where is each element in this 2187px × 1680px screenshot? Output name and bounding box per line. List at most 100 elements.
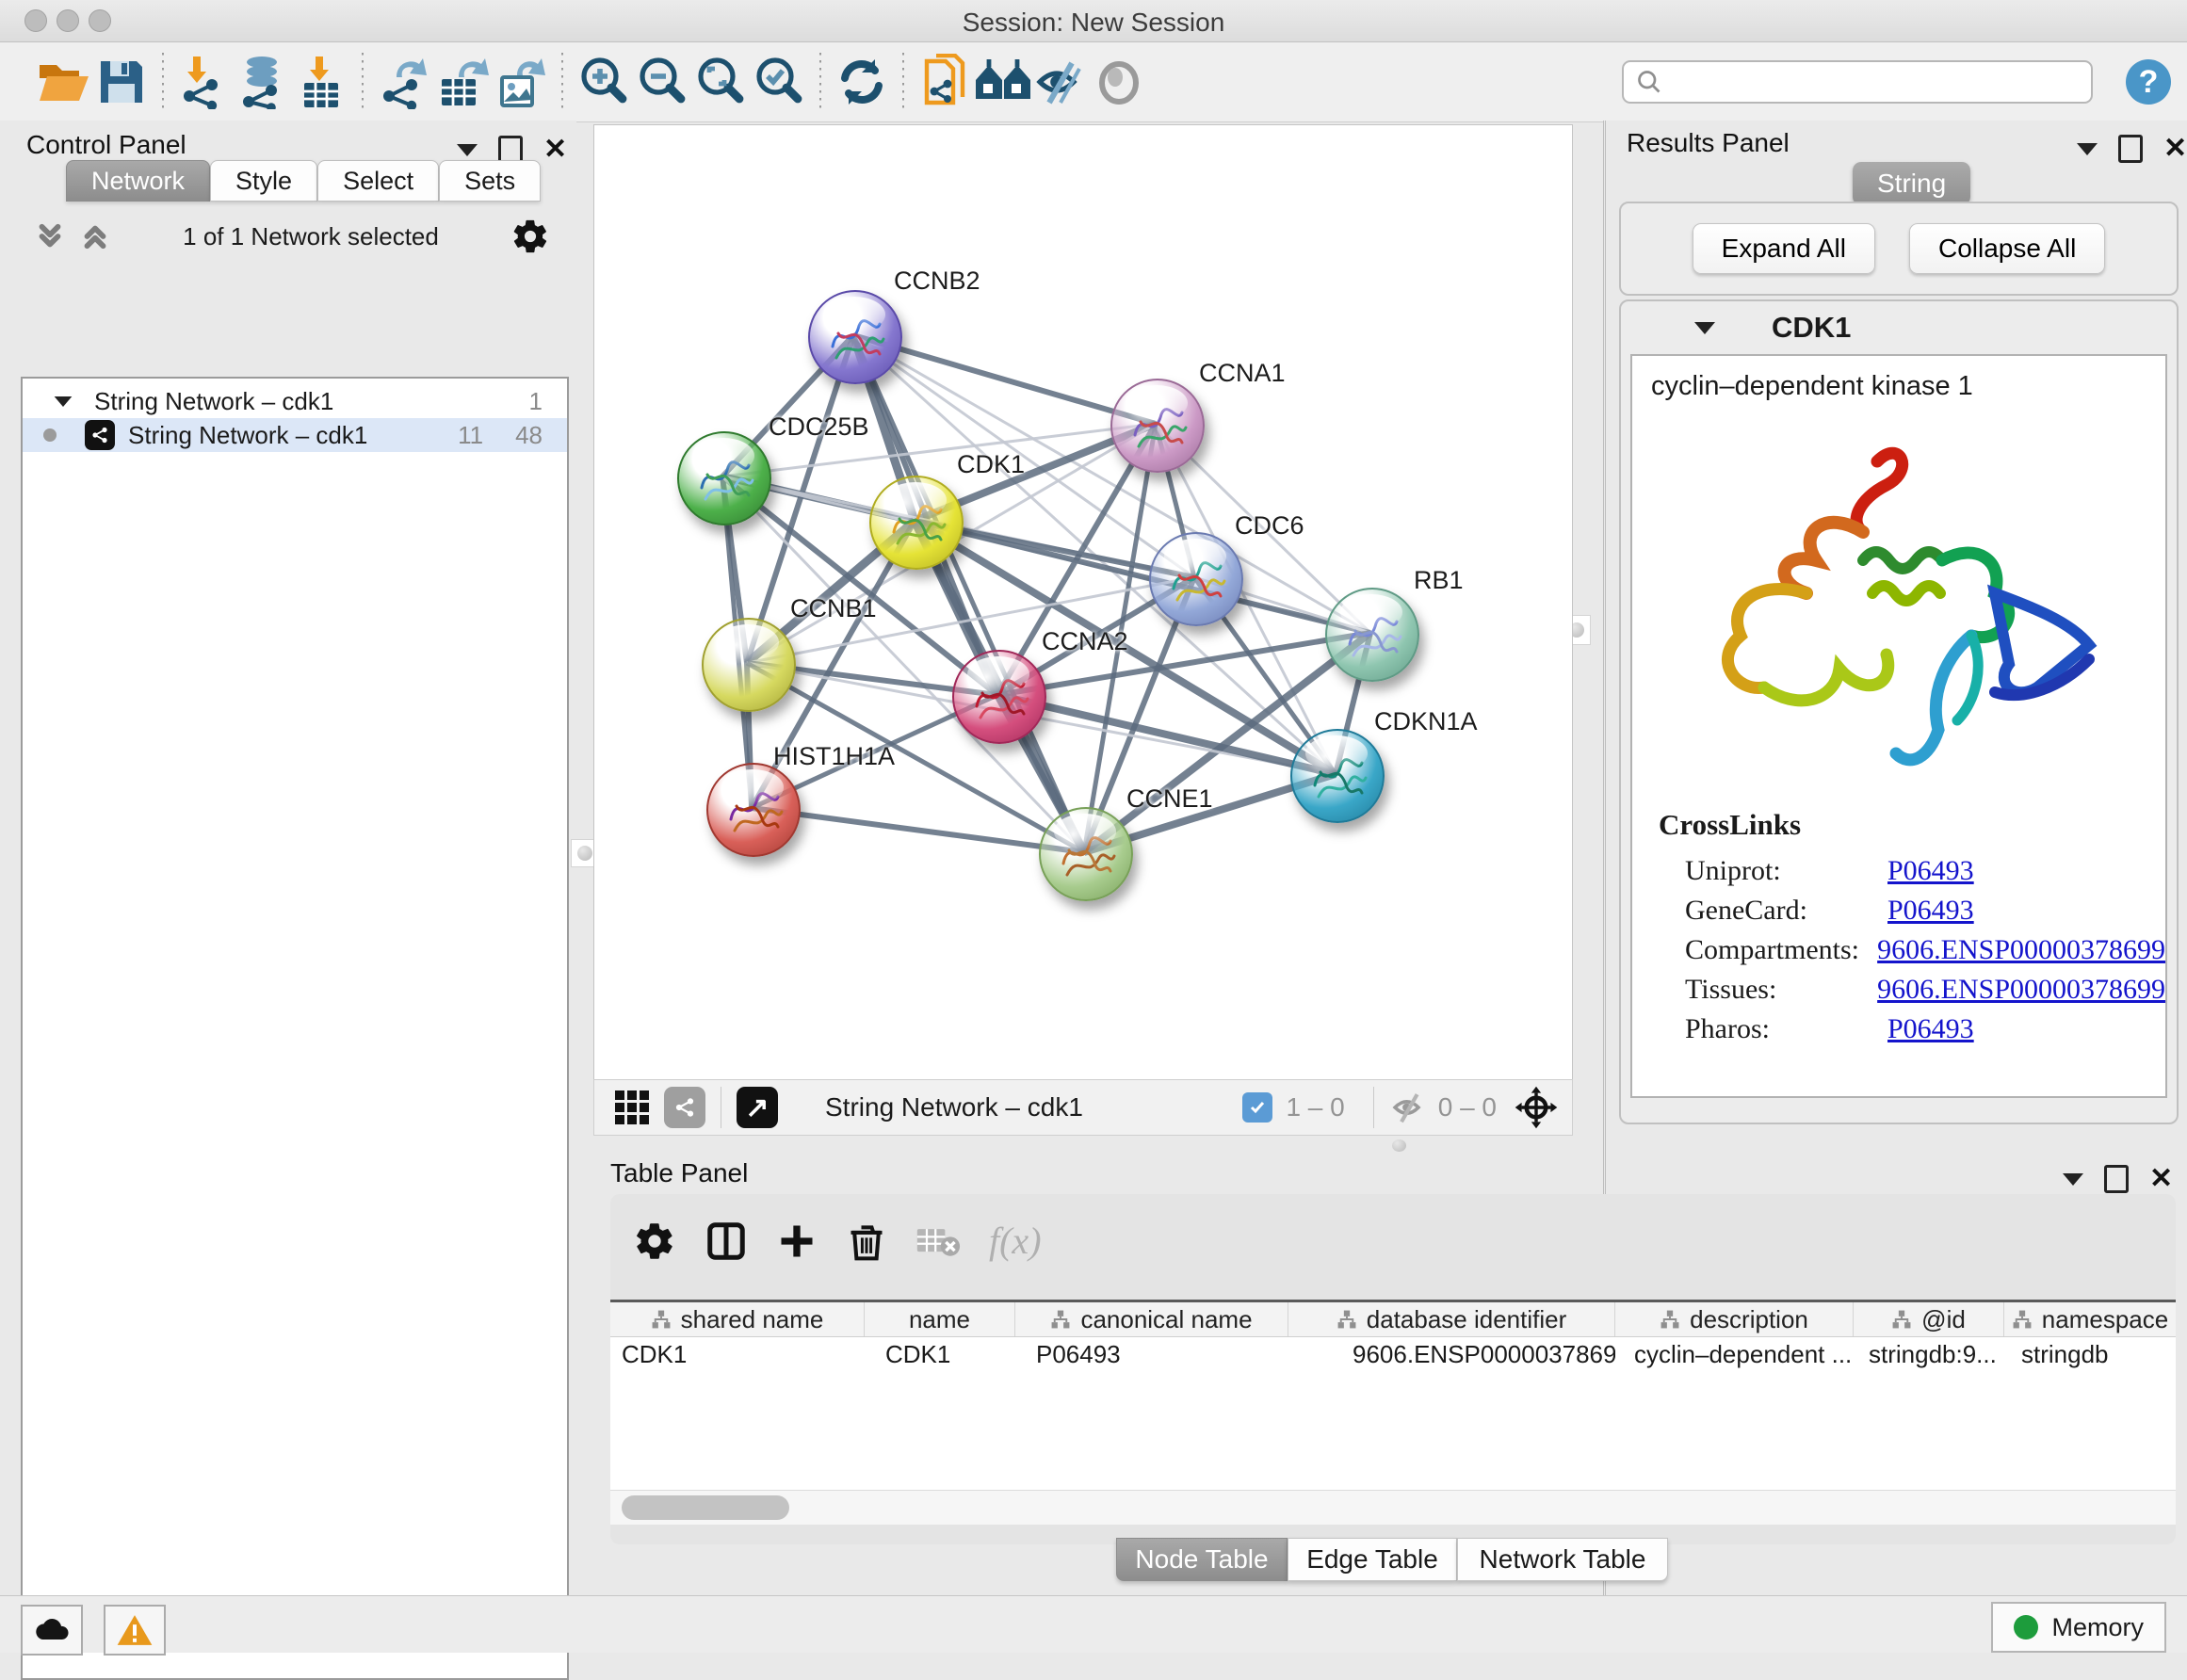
tab-style[interactable]: Style	[210, 160, 317, 202]
pan-crosshair-icon[interactable]	[1514, 1085, 1559, 1130]
zoom-in-button[interactable]	[575, 53, 633, 111]
collapse-all-button[interactable]: Collapse All	[1909, 223, 2105, 274]
import-table-button[interactable]	[292, 53, 350, 111]
table-options-gear-icon[interactable]	[633, 1220, 676, 1263]
column-header[interactable]: @id	[1854, 1302, 2004, 1336]
node-gloss-highlight	[721, 769, 784, 805]
main-toolbar: ?	[0, 42, 2187, 122]
memory-button[interactable]: Memory	[1991, 1602, 2166, 1653]
refresh-layout-button[interactable]	[833, 53, 891, 111]
column-header[interactable]: database identifier	[1288, 1302, 1615, 1336]
crosslink-label: Compartments:	[1632, 934, 1877, 966]
column-header[interactable]: canonical name	[1015, 1302, 1288, 1336]
network-list: String Network – cdk1 1 String Network –…	[21, 377, 569, 1680]
table-hscroll-lane[interactable]	[610, 1490, 2176, 1525]
selected-checkbox-icon[interactable]	[1242, 1092, 1272, 1123]
import-network-file-button[interactable]	[175, 53, 234, 111]
tab-sets[interactable]: Sets	[439, 160, 541, 202]
export-network-button[interactable]	[375, 53, 433, 111]
table-hscroll-thumb[interactable]	[622, 1495, 789, 1520]
panel-maximize-icon[interactable]	[2104, 1165, 2129, 1193]
crosslink-value[interactable]: 9606.ENSP00000378699	[1877, 974, 2165, 1006]
save-session-button[interactable]	[92, 53, 151, 111]
panel-close-icon[interactable]: ✕	[2163, 135, 2187, 163]
gene-collapse-icon[interactable]	[1694, 322, 1715, 334]
zoom-fit-button[interactable]	[691, 53, 750, 111]
search-input[interactable]	[1622, 60, 2093, 104]
zoom-selected-button[interactable]	[750, 53, 808, 111]
network-view-canvas[interactable]: CCNB2CCNA1CDC25BCDK1CDC6RB1CCNB1CCNA2CDK…	[593, 124, 1573, 1081]
add-column-icon[interactable]	[776, 1220, 818, 1262]
show-all-button[interactable]	[1091, 53, 1149, 111]
collection-expand-icon[interactable]	[55, 396, 73, 406]
collapse-all-icon[interactable]	[34, 220, 66, 252]
toolbar-separator	[902, 53, 904, 111]
crosslink-row: GeneCard: P06493	[1632, 891, 2165, 930]
cloud-icon	[33, 1616, 71, 1644]
tab-edge-table[interactable]: Edge Table	[1288, 1538, 1457, 1581]
network-overview-button[interactable]	[974, 53, 1032, 111]
column-header[interactable]: description	[1615, 1302, 1854, 1336]
toolbar-separator	[561, 53, 563, 111]
zoom-out-button[interactable]	[633, 53, 691, 111]
export-table-button[interactable]	[433, 53, 492, 111]
protein-structure-image	[1684, 419, 2127, 796]
expand-all-button[interactable]: Expand All	[1693, 223, 1875, 274]
node-gloss-highlight	[692, 438, 754, 474]
network-node-hist1h1a[interactable]	[706, 763, 801, 857]
string-view-badge-icon[interactable]	[664, 1087, 705, 1128]
crosslink-value[interactable]: P06493	[1887, 855, 1974, 887]
gene-section-header[interactable]: CDK1	[1621, 301, 2177, 354]
expand-all-icon[interactable]	[79, 220, 111, 252]
tab-network-table[interactable]: Network Table	[1457, 1538, 1668, 1581]
hide-selected-button[interactable]	[1032, 53, 1091, 111]
table-row[interactable]: CDK1 CDK1 P06493 9606.ENSP00000378699 cy…	[610, 1337, 2176, 1371]
help-button[interactable]: ?	[2119, 53, 2178, 111]
open-session-button[interactable]	[34, 53, 92, 111]
column-header[interactable]: shared name	[610, 1302, 865, 1336]
network-node-ccne1[interactable]	[1039, 807, 1133, 901]
panel-close-icon[interactable]: ✕	[2149, 1165, 2173, 1193]
birdseye-view-icon[interactable]: ↗	[737, 1087, 778, 1128]
panel-maximize-icon[interactable]	[2118, 135, 2143, 163]
network-row-selected[interactable]: String Network – cdk1 11 48	[23, 418, 567, 452]
network-node-cdc25b[interactable]	[677, 431, 771, 525]
network-node-ccnb1[interactable]	[702, 618, 796, 712]
tab-string[interactable]: String	[1853, 162, 1970, 205]
crosslink-value[interactable]: 9606.ENSP00000378699	[1877, 934, 2165, 966]
warnings-button[interactable]	[104, 1605, 166, 1656]
network-options-gear-icon[interactable]	[510, 217, 550, 256]
network-collection-row[interactable]: String Network – cdk1 1	[23, 379, 567, 418]
network-node-ccna1[interactable]	[1110, 379, 1205, 473]
column-header[interactable]: namespace	[2004, 1302, 2176, 1336]
network-node-ccnb2[interactable]	[808, 290, 902, 384]
tab-select[interactable]: Select	[317, 160, 439, 202]
tab-node-table[interactable]: Node Table	[1116, 1538, 1288, 1581]
attribute-icon	[1336, 1309, 1357, 1330]
network-node-cdk1[interactable]	[869, 476, 964, 570]
panel-float-icon[interactable]	[2077, 143, 2098, 155]
network-selection-status: 1 of 1 Network selected	[111, 222, 510, 251]
show-columns-icon[interactable]	[705, 1220, 748, 1263]
tab-network[interactable]: Network	[66, 160, 210, 202]
help-icon: ?	[2123, 57, 2174, 107]
export-image-button[interactable]	[492, 53, 550, 111]
delete-column-icon[interactable]	[846, 1220, 887, 1262]
crosslink-value[interactable]: P06493	[1887, 895, 1974, 927]
network-node-rb1[interactable]	[1325, 588, 1419, 682]
panel-close-icon[interactable]: ✕	[543, 136, 567, 164]
crosslink-value[interactable]: P06493	[1887, 1013, 1974, 1045]
network-node-cdkn1a[interactable]	[1290, 729, 1385, 823]
control-panel-title: Control Panel	[26, 130, 186, 160]
import-network-database-button[interactable]	[234, 53, 292, 111]
cloud-status-button[interactable]	[21, 1605, 83, 1656]
panel-float-icon[interactable]	[457, 144, 478, 156]
network-node-cdc6[interactable]	[1149, 532, 1243, 626]
column-header[interactable]: name	[865, 1302, 1015, 1336]
network-node-ccna2[interactable]	[952, 650, 1046, 744]
hidden-node-edge-counts: 0 – 0	[1438, 1092, 1497, 1123]
share-document-button[interactable]	[915, 53, 974, 111]
network-view-title: String Network – cdk1	[825, 1092, 1083, 1123]
panel-float-icon[interactable]	[2063, 1173, 2083, 1186]
grid-view-icon[interactable]	[615, 1090, 649, 1124]
